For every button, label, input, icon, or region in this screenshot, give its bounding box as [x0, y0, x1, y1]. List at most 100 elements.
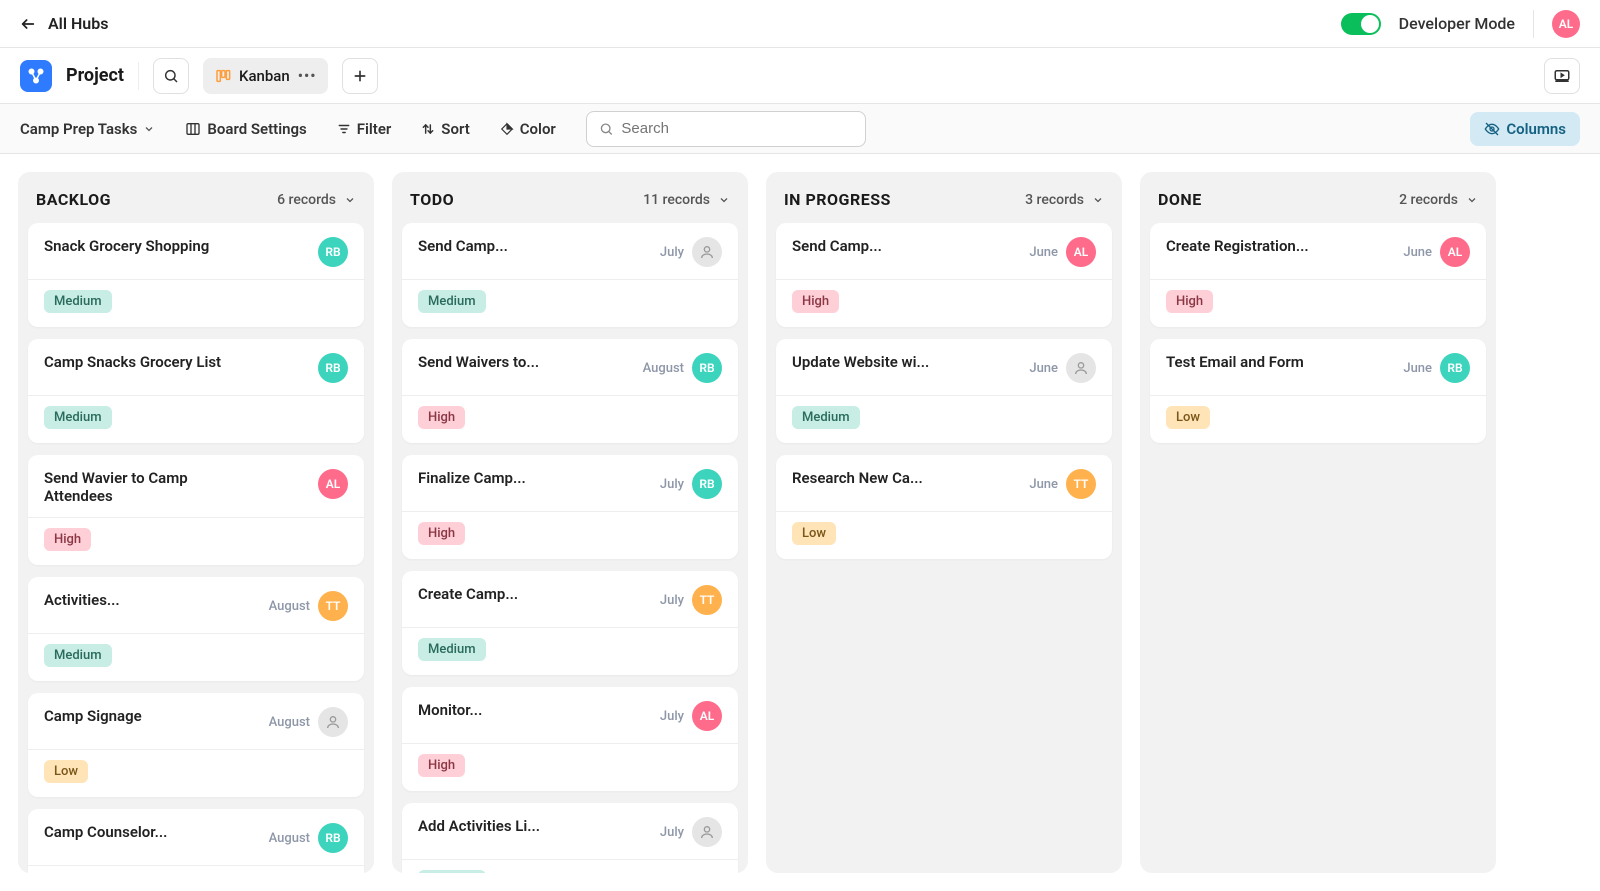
divider: [402, 511, 738, 512]
divider: [776, 279, 1112, 280]
kanban-card[interactable]: Monitor...JulyALHigh: [402, 687, 738, 791]
chevron-down-icon: [718, 194, 730, 206]
card-date: June: [1403, 245, 1432, 260]
table-selector-label: Camp Prep Tasks: [20, 120, 137, 138]
column-count[interactable]: 11 records: [643, 192, 730, 208]
kanban-card[interactable]: Research New Ca...JuneTTLow: [776, 455, 1112, 559]
columns-button[interactable]: Columns: [1470, 112, 1580, 146]
divider: [28, 395, 364, 396]
assignee-avatar[interactable]: AL: [318, 469, 348, 499]
kanban-card[interactable]: Activities...AugustTTMedium: [28, 577, 364, 681]
column-title: IN PROGRESS: [784, 190, 891, 209]
divider: [1150, 279, 1486, 280]
assignee-avatar[interactable]: AL: [1066, 237, 1096, 267]
column-count[interactable]: 6 records: [277, 192, 356, 208]
card-date: July: [660, 245, 684, 260]
card-title: Send Camp...: [792, 237, 882, 255]
kanban-card[interactable]: Finalize Camp...JulyRBHigh: [402, 455, 738, 559]
chevron-down-icon: [1092, 194, 1104, 206]
divider: [28, 633, 364, 634]
filter-icon: [337, 122, 351, 136]
kanban-card[interactable]: Create Registration...JuneALHigh: [1150, 223, 1486, 327]
assignee-avatar[interactable]: RB: [1440, 353, 1470, 383]
kanban-card[interactable]: Camp SignageAugustLow: [28, 693, 364, 797]
priority-badge: Medium: [792, 406, 860, 429]
divider: [402, 395, 738, 396]
kanban-card[interactable]: Update Website wi...JuneMedium: [776, 339, 1112, 443]
assignee-avatar[interactable]: RB: [318, 823, 348, 853]
assignee-avatar[interactable]: TT: [1066, 469, 1096, 499]
table-selector[interactable]: Camp Prep Tasks: [20, 120, 155, 138]
kanban-card[interactable]: Send Camp...JuneALHigh: [776, 223, 1112, 327]
kanban-card[interactable]: Send Wavier to Camp AttendeesALHigh: [28, 455, 364, 565]
assignee-avatar[interactable]: RB: [318, 353, 348, 383]
priority-badge: Medium: [44, 644, 112, 667]
assignee-avatar[interactable]: [692, 817, 722, 847]
assignee-avatar[interactable]: [318, 707, 348, 737]
project-name[interactable]: Project: [66, 65, 124, 86]
search-box[interactable]: [586, 111, 866, 147]
divider: [402, 627, 738, 628]
kanban-card[interactable]: Camp Counselor...AugustRBMedium: [28, 809, 364, 873]
card-title: Monitor...: [418, 701, 482, 719]
assignee-avatar[interactable]: AL: [692, 701, 722, 731]
column-count[interactable]: 2 records: [1399, 192, 1478, 208]
assignee-avatar[interactable]: RB: [692, 353, 722, 383]
plus-icon: [352, 68, 368, 84]
card-date: July: [660, 593, 684, 608]
kanban-card[interactable]: Snack Grocery ShoppingRBMedium: [28, 223, 364, 327]
card-date: August: [269, 599, 310, 614]
user-avatar[interactable]: AL: [1552, 10, 1580, 38]
column-count[interactable]: 3 records: [1025, 192, 1104, 208]
assignee-avatar[interactable]: [1066, 353, 1096, 383]
search-icon: [163, 68, 179, 84]
assignee-avatar[interactable]: TT: [318, 591, 348, 621]
add-view-button[interactable]: [342, 58, 378, 94]
kanban-card[interactable]: Camp Snacks Grocery ListRBMedium: [28, 339, 364, 443]
columns-label: Columns: [1506, 120, 1566, 138]
view-tab-more-icon[interactable]: •••: [298, 67, 317, 85]
board-settings-button[interactable]: Board Settings: [185, 120, 306, 138]
column-header[interactable]: BACKLOG6 records: [18, 172, 374, 223]
column-header[interactable]: IN PROGRESS 3 records: [766, 172, 1122, 223]
view-tab-kanban[interactable]: Kanban •••: [203, 58, 329, 94]
column-header[interactable]: DONE2 records: [1140, 172, 1496, 223]
kanban-card[interactable]: Create Camp...JulyTTMedium: [402, 571, 738, 675]
sort-button[interactable]: Sort: [421, 120, 469, 138]
card-title: Camp Snacks Grocery List: [44, 353, 221, 371]
priority-badge: Medium: [418, 638, 486, 661]
filter-button[interactable]: Filter: [337, 120, 392, 138]
column-header[interactable]: TODO 11 records: [392, 172, 748, 223]
assignee-avatar[interactable]: AL: [1440, 237, 1470, 267]
developer-mode-label: Developer Mode: [1399, 14, 1515, 33]
divider: [776, 511, 1112, 512]
kanban-card[interactable]: Send Camp...JulyMedium: [402, 223, 738, 327]
assignee-avatar[interactable]: RB: [692, 469, 722, 499]
card-date: July: [660, 709, 684, 724]
app-icon[interactable]: [20, 60, 52, 92]
person-icon: [325, 714, 341, 730]
color-button[interactable]: Color: [500, 120, 556, 138]
card-title: Finalize Camp...: [418, 469, 526, 487]
column-title: TODO: [410, 190, 454, 209]
card-title: Send Wavier to Camp Attendees: [44, 469, 244, 505]
search-button[interactable]: [153, 58, 189, 94]
assignee-avatar[interactable]: TT: [692, 585, 722, 615]
assignee-avatar[interactable]: [692, 237, 722, 267]
assignee-avatar[interactable]: RB: [318, 237, 348, 267]
kanban-card[interactable]: Add Activities Li...JulyMedium: [402, 803, 738, 873]
priority-badge: Medium: [418, 870, 486, 873]
person-icon: [1073, 360, 1089, 376]
topbar-right: Developer Mode AL: [1341, 10, 1580, 38]
card-date: August: [269, 831, 310, 846]
back-to-hubs[interactable]: All Hubs: [20, 14, 108, 33]
present-button[interactable]: [1544, 58, 1580, 94]
divider: [402, 859, 738, 860]
search-icon: [599, 121, 614, 137]
kanban-card[interactable]: Test Email and FormJuneRBLow: [1150, 339, 1486, 443]
search-input[interactable]: [621, 120, 852, 137]
view-tab-label: Kanban: [239, 67, 290, 85]
developer-mode-toggle[interactable]: [1341, 13, 1381, 35]
card-title: Update Website wi...: [792, 353, 929, 371]
kanban-card[interactable]: Send Waivers to...AugustRBHigh: [402, 339, 738, 443]
